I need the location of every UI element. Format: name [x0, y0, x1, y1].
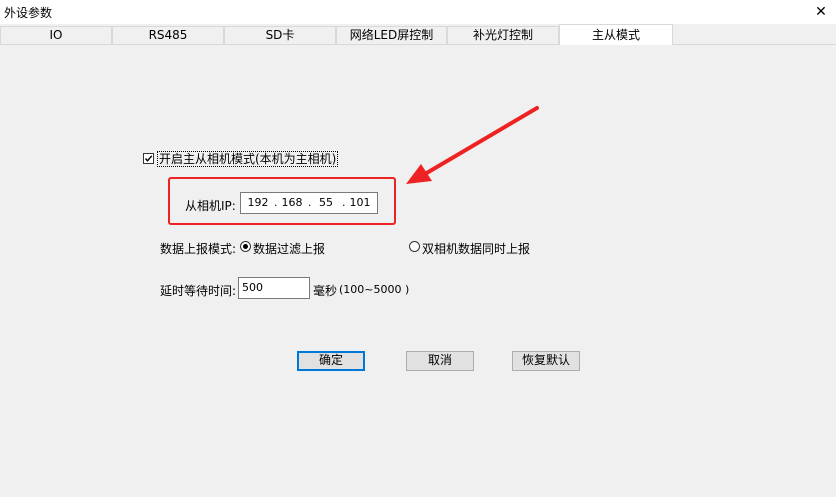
ip-separator: .	[342, 196, 346, 209]
tab-master-slave[interactable]: 主从模式	[559, 24, 673, 45]
report-mode-label: 数据上报模式:	[160, 242, 237, 256]
tab-rs485[interactable]: RS485	[112, 26, 224, 44]
title-bar: 外设参数 ✕	[0, 0, 836, 24]
slave-ip-label: 从相机IP:	[185, 199, 236, 213]
tab-strip: IO RS485 SD卡 网络LED屏控制 补光灯控制 主从模式	[0, 24, 836, 45]
radio-dual-report-label[interactable]: 双相机数据同时上报	[422, 240, 530, 257]
restore-default-button[interactable]: 恢复默认	[512, 351, 580, 371]
ip-separator: .	[274, 196, 278, 209]
enable-master-slave-label[interactable]: 开启主从相机模式(本机为主相机)	[157, 151, 339, 167]
delay-label: 延时等待时间:	[160, 284, 237, 298]
close-icon: ✕	[815, 4, 827, 20]
ip-octet-1[interactable]: 192	[245, 196, 271, 209]
enable-master-slave-checkbox[interactable]	[143, 153, 154, 164]
tab-network-led[interactable]: 网络LED屏控制	[336, 26, 447, 44]
ip-octet-3[interactable]: 55	[313, 196, 339, 209]
window-title: 外设参数	[4, 6, 53, 20]
cancel-button[interactable]: 取消	[406, 351, 474, 371]
delay-range: (100~5000 )	[339, 283, 410, 296]
radio-filter-report-label[interactable]: 数据过滤上报	[253, 240, 325, 257]
ip-octet-2[interactable]: 168	[279, 196, 305, 209]
radio-selected-dot	[243, 244, 248, 249]
tab-fill-light[interactable]: 补光灯控制	[447, 26, 559, 44]
ok-button[interactable]: 确定	[297, 351, 365, 371]
radio-dual-report[interactable]	[409, 241, 420, 252]
tab-io[interactable]: IO	[0, 26, 112, 44]
slave-ip-input[interactable]: 192 . 168 . 55 . 101	[240, 192, 378, 214]
delay-unit: 毫秒	[313, 284, 338, 298]
check-mark-icon	[144, 155, 153, 162]
close-button[interactable]: ✕	[806, 0, 836, 24]
radio-filter-report[interactable]	[240, 241, 251, 252]
ip-separator: .	[308, 196, 312, 209]
tab-sd-card[interactable]: SD卡	[224, 26, 336, 44]
delay-input[interactable]: 500	[238, 277, 310, 299]
tab-panel	[0, 45, 836, 497]
ip-octet-4[interactable]: 101	[347, 196, 373, 209]
